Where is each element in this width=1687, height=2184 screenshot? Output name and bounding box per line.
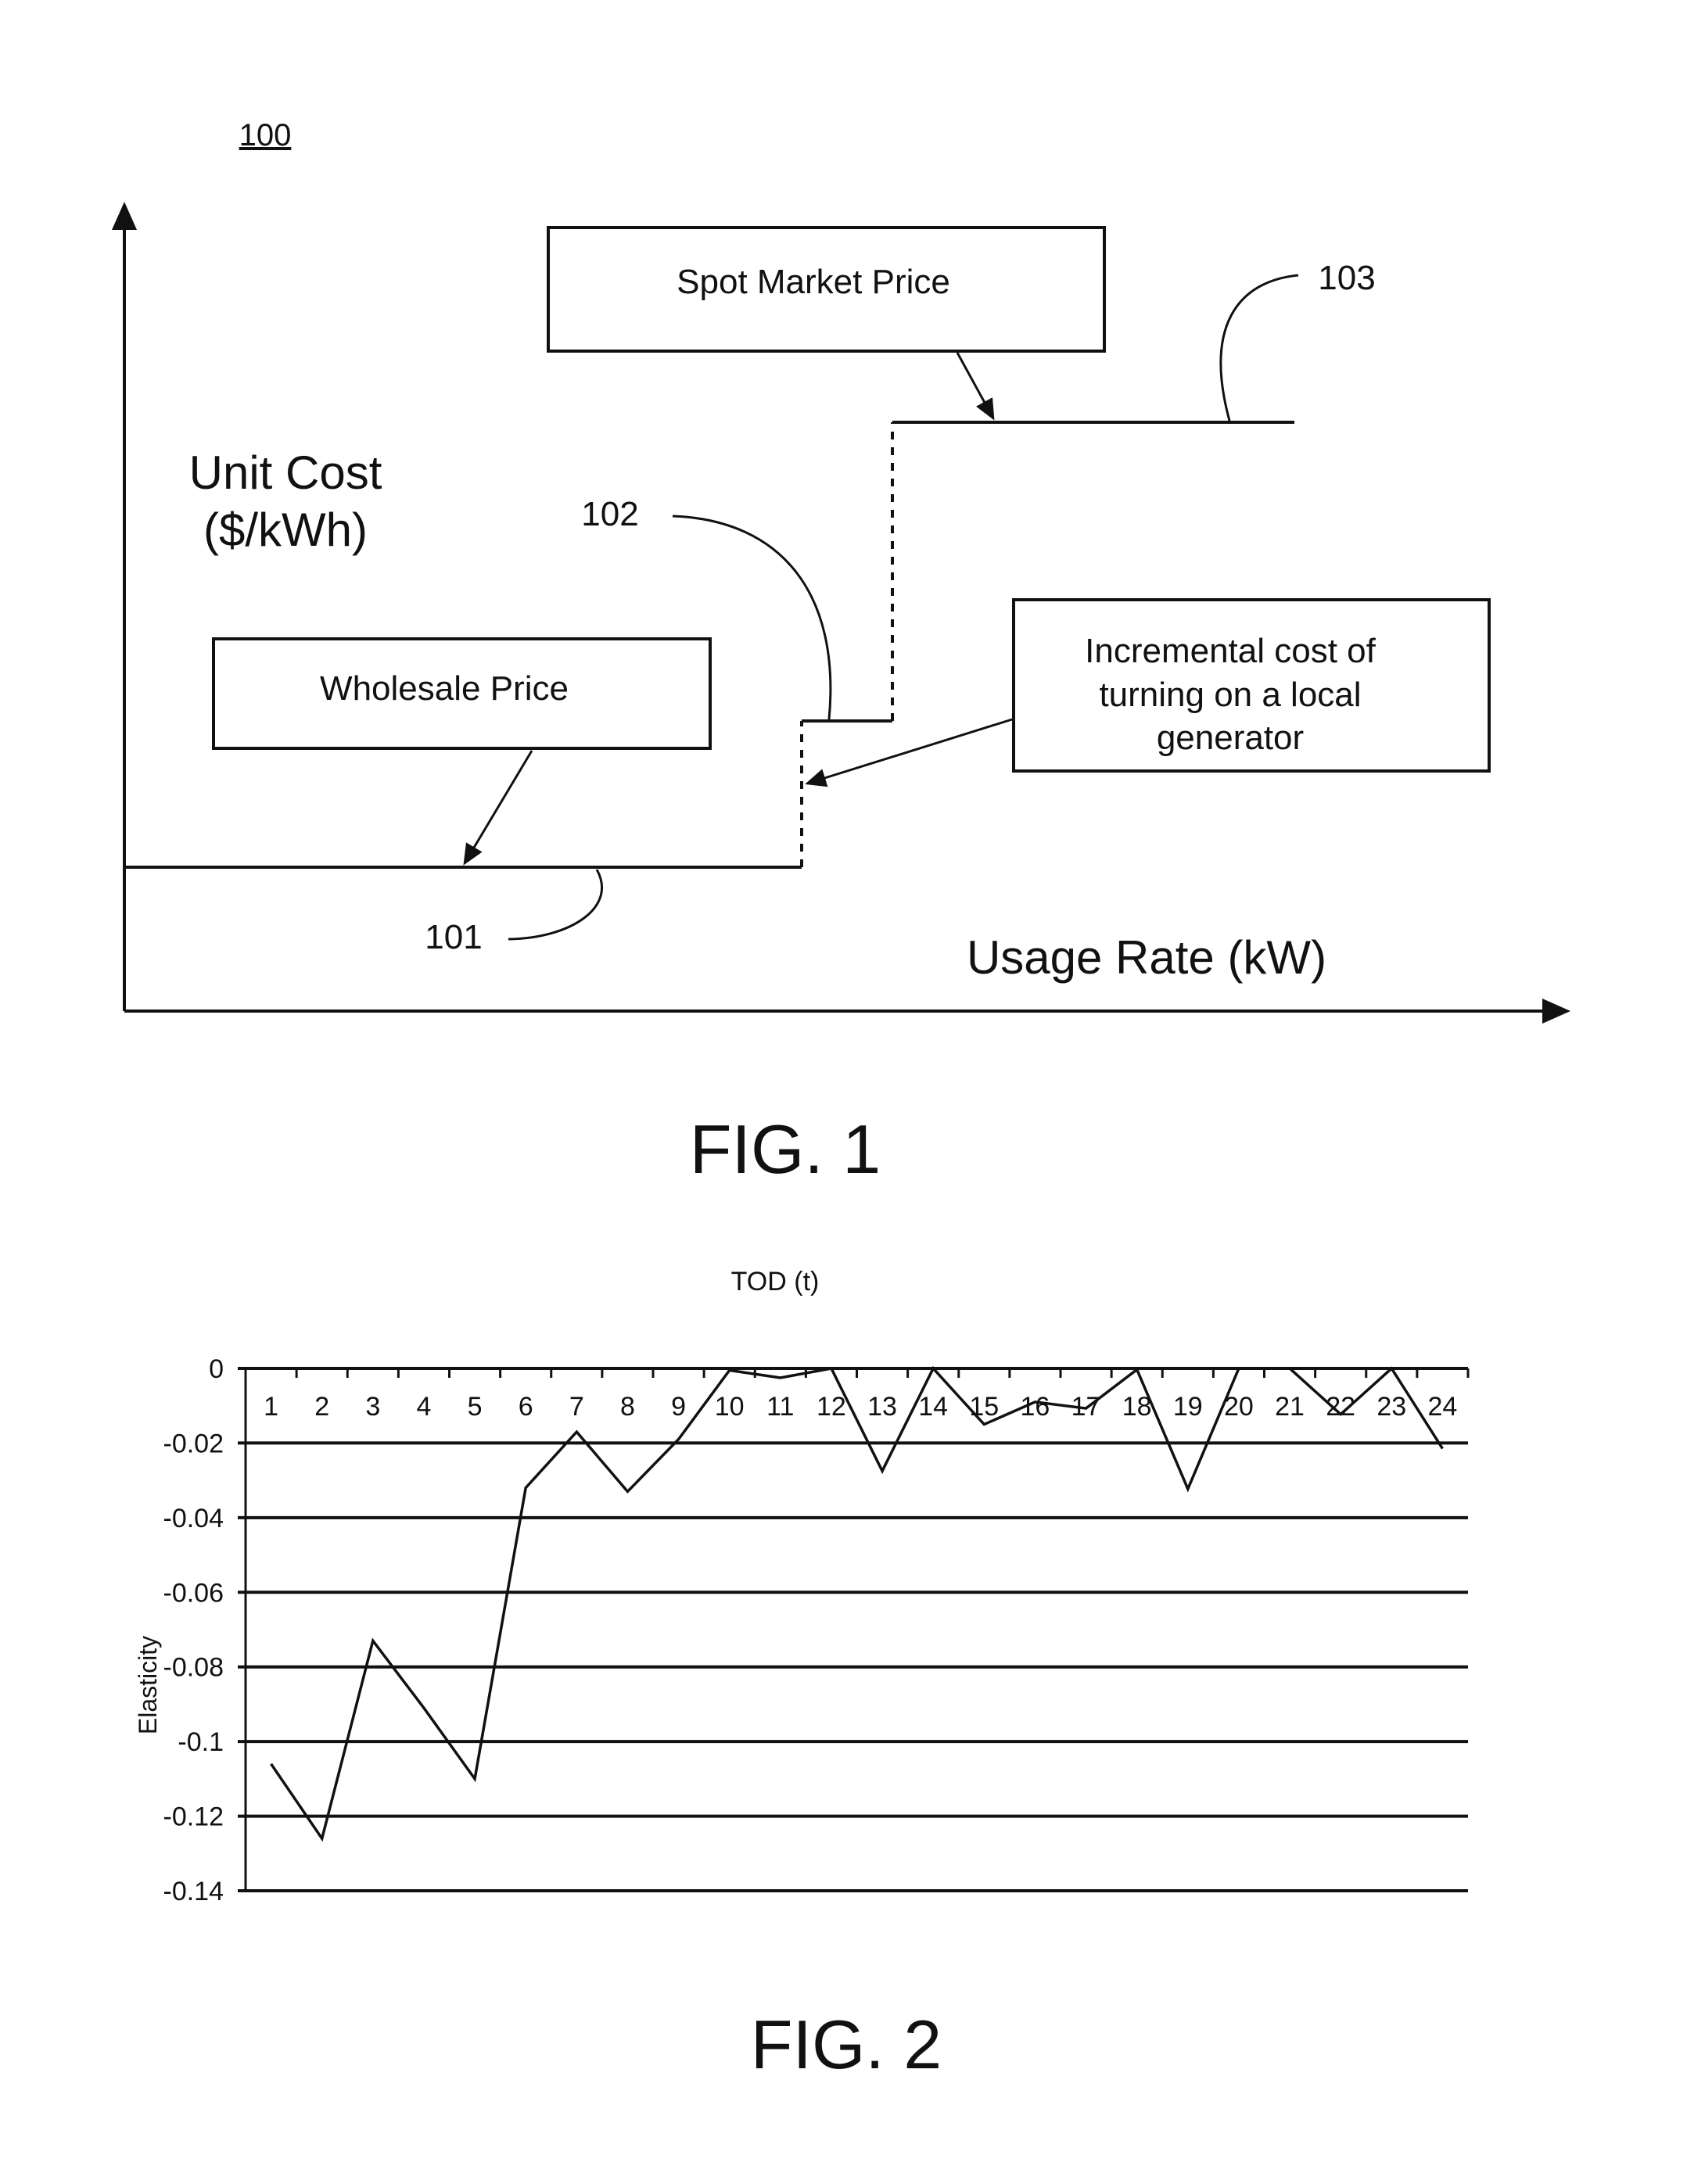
x-tick-label: 4 [416, 1392, 431, 1422]
gridlines [238, 1367, 1468, 1892]
x-tick-label: 1 [264, 1392, 278, 1422]
incremental-cost-label-line3: generator [1157, 719, 1304, 757]
incremental-cost-label-line1: Incremental cost of [1085, 632, 1376, 670]
x-tick-label: 14 [918, 1392, 948, 1422]
y-tick-label: -0.04 [163, 1504, 224, 1533]
y-tick-label: -0.12 [163, 1802, 224, 1832]
chart-y-axis-title: Elasticity [134, 1636, 162, 1734]
series-line-elasticity [270, 1365, 1444, 1842]
series-points [271, 1368, 1443, 1839]
x-tick-label: 10 [715, 1392, 745, 1422]
y-tick-label: 0 [209, 1354, 224, 1384]
ref-leader-103 [1219, 274, 1299, 421]
patent-figure-sheet: 100 Unit Cost ($/kWh) Usage Rate (kW) Sp… [112, 118, 1570, 2083]
y-tick-label: -0.06 [163, 1578, 224, 1608]
y-tick-label: -0.14 [163, 1877, 224, 1906]
x-tick-label: 6 [519, 1392, 533, 1422]
y-tick-label: -0.02 [163, 1429, 224, 1458]
x-tick-label: 23 [1377, 1392, 1406, 1422]
incremental-cost-arrow [805, 718, 1013, 787]
wholesale-price-arrow [463, 750, 533, 866]
x-tick-label: 8 [620, 1392, 635, 1422]
x-axis-label: Usage Rate (kW) [967, 931, 1326, 984]
ref-label-101: 101 [425, 918, 482, 956]
x-tick-label: 13 [867, 1392, 897, 1422]
ref-leader-101 [508, 869, 603, 941]
x-tick-label: 15 [969, 1392, 999, 1422]
x-tick-label: 11 [766, 1392, 794, 1422]
ref-leader-102 [672, 515, 832, 720]
ref-label-102: 102 [581, 495, 638, 533]
y-axis-label-line2: ($/kWh) [203, 504, 368, 556]
x-tick-label: 21 [1275, 1392, 1305, 1422]
y-tick-labels: 0 -0.02 -0.04 -0.06 -0.08 -0.1 -0.12 -0.14 [163, 1354, 224, 1906]
y-tick-label: -0.08 [163, 1653, 224, 1683]
spot-market-arrow [956, 352, 995, 421]
y-axis-label-line1: Unit Cost [189, 446, 382, 499]
ref-label-103: 103 [1318, 259, 1375, 297]
chart-x-axis-title: TOD (t) [731, 1267, 820, 1296]
figure-2-caption: FIG. 2 [751, 2006, 942, 2083]
figure-reference-numeral: 100 [239, 118, 292, 152]
x-tick-label: 24 [1428, 1392, 1458, 1422]
figure-2-elasticity-chart: 0-0.02-0.04-0.06-0.08-0.1-0.12-0.14 1234… [134, 1267, 1470, 2083]
figure-1: 100 Unit Cost ($/kWh) Usage Rate (kW) Sp… [112, 118, 1570, 1188]
incremental-cost-label-line2: turning on a local [1099, 676, 1361, 714]
x-tick-label: 12 [817, 1392, 846, 1422]
x-tick-label: 2 [314, 1392, 329, 1422]
x-tick-label: 7 [569, 1392, 584, 1422]
x-tick-labels: 1 2 3 4 5 6 7 8 9 10 11 12 13 14 15 16 17 18 19 20 21 22 23 24 [264, 1392, 1457, 1422]
y-tick-label: -0.1 [178, 1727, 224, 1757]
spot-market-price-label: Spot Market Price [677, 263, 950, 301]
figure-1-caption: FIG. 1 [690, 1110, 881, 1188]
x-tick-label: 9 [671, 1392, 686, 1422]
x-tick-label: 5 [468, 1392, 483, 1422]
wholesale-price-label: Wholesale Price [320, 669, 569, 708]
x-tick-label: 3 [365, 1392, 380, 1422]
x-tick-label: 19 [1173, 1392, 1203, 1422]
